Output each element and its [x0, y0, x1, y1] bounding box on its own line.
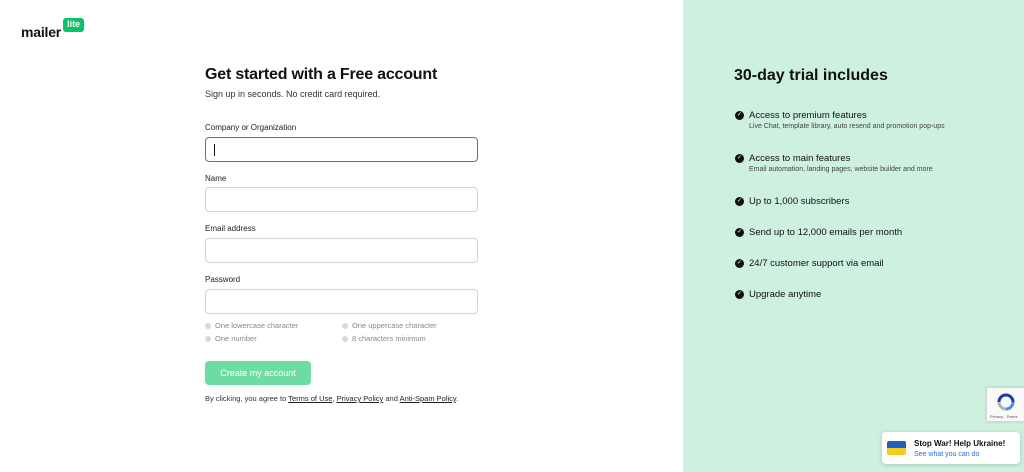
requirement-dot-icon: [342, 322, 348, 329]
requirement-length: 8 characters minimum: [342, 334, 426, 343]
check-circle-icon: ✓: [735, 259, 744, 268]
feature-description: Live Chat, template library, auto resend…: [749, 123, 945, 130]
feature-title: Send up to 12,000 emails per month: [749, 227, 903, 238]
password-requirements: One lowercase character One uppercase ch…: [205, 321, 480, 347]
requirement-lowercase: One lowercase character: [205, 321, 298, 330]
terms-prefix: By clicking, you agree to: [205, 394, 289, 403]
company-input[interactable]: [205, 137, 478, 162]
feature-item: ✓ Upgrade anytime: [735, 289, 821, 300]
trial-title: 30-day trial includes: [734, 67, 888, 84]
requirement-dot-icon: [205, 335, 211, 342]
page-subtitle: Sign up in seconds. No credit card requi…: [205, 89, 381, 99]
feature-item: ✓ Send up to 12,000 emails per month: [735, 227, 902, 238]
page-title: Get started with a Free account: [205, 66, 438, 83]
feature-title: Upgrade anytime: [749, 289, 822, 300]
signup-form: Get started with a Free account Sign up …: [205, 66, 480, 403]
email-label: Email address: [205, 224, 256, 233]
feature-item: ✓ Access to premium features Live Chat, …: [735, 110, 945, 130]
terms-separator: and: [383, 394, 400, 403]
requirement-label: One lowercase character: [215, 321, 299, 330]
ukraine-banner-link[interactable]: See what you can do: [914, 451, 979, 458]
requirement-label: One uppercase character: [352, 321, 437, 330]
feature-item: ✓ Up to 1,000 subscribers: [735, 196, 849, 207]
ukraine-flag-icon: [887, 441, 906, 455]
requirement-uppercase: One uppercase character: [342, 321, 437, 330]
requirement-number: One number: [205, 334, 257, 343]
recaptcha-links[interactable]: Privacy - Terms: [990, 414, 1017, 419]
terms-text: By clicking, you agree to Terms of Use, …: [205, 394, 458, 403]
feature-description: Email automation, landing pages, website…: [749, 166, 933, 173]
recaptcha-badge[interactable]: Privacy - Terms: [986, 387, 1024, 422]
check-circle-icon: ✓: [735, 290, 744, 299]
create-account-button[interactable]: Create my account: [205, 361, 311, 385]
anti-spam-policy-link[interactable]: Anti-Spam Policy: [400, 394, 457, 403]
text-caret: [214, 144, 215, 156]
recaptcha-icon: [997, 393, 1015, 411]
requirement-dot-icon: [342, 335, 348, 342]
check-circle-icon: ✓: [735, 228, 744, 237]
requirement-label: 8 characters minimum: [352, 334, 426, 343]
feature-item: ✓ Access to main features Email automati…: [735, 153, 933, 173]
feature-title: 24/7 customer support via email: [749, 258, 884, 269]
company-label: Company or Organization: [205, 123, 297, 132]
requirement-label: One number: [215, 334, 257, 343]
name-input[interactable]: [205, 187, 478, 212]
ukraine-banner[interactable]: Stop War! Help Ukraine! See what you can…: [882, 432, 1020, 464]
feature-title: Up to 1,000 subscribers: [749, 196, 850, 207]
feature-title: Access to premium features: [749, 110, 867, 121]
check-circle-icon: ✓: [735, 154, 744, 163]
terms-of-use-link[interactable]: Terms of Use: [288, 394, 332, 403]
feature-title: Access to main features: [749, 153, 851, 164]
name-label: Name: [205, 174, 227, 183]
password-label: Password: [205, 275, 241, 284]
ukraine-banner-title: Stop War! Help Ukraine!: [914, 439, 1006, 448]
privacy-policy-link[interactable]: Privacy Policy: [337, 394, 384, 403]
check-circle-icon: ✓: [735, 197, 744, 206]
terms-suffix: .: [456, 394, 459, 403]
mailerlite-logo[interactable]: mailer lite: [21, 18, 85, 40]
email-input[interactable]: [205, 238, 478, 263]
logo-badge: lite: [63, 18, 85, 32]
signup-panel: mailer lite Get started with a Free acco…: [0, 0, 683, 472]
password-input[interactable]: [205, 289, 478, 314]
feature-item: ✓ 24/7 customer support via email: [735, 258, 884, 269]
check-circle-icon: ✓: [735, 111, 744, 120]
logo-text: mailer: [21, 24, 62, 40]
requirement-dot-icon: [205, 322, 211, 329]
